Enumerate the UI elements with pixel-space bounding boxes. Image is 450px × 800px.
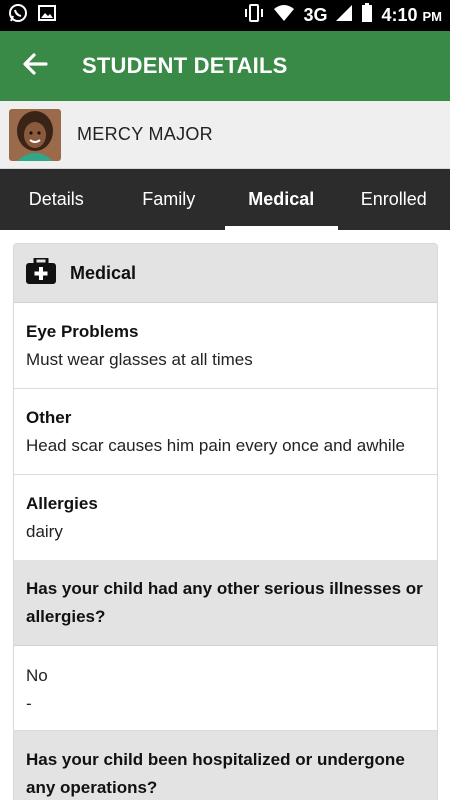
tab-family[interactable]: Family bbox=[113, 169, 226, 230]
medical-kit-icon bbox=[26, 256, 56, 289]
tab-label: Enrolled bbox=[360, 189, 427, 209]
tab-label: Details bbox=[28, 189, 84, 209]
avatar bbox=[9, 108, 61, 161]
tab-enrolled[interactable]: Enrolled bbox=[338, 169, 450, 230]
list-item: Other Head scar causes him pain every on… bbox=[14, 389, 437, 475]
tab-medical[interactable]: Medical bbox=[225, 169, 338, 230]
back-button[interactable] bbox=[0, 31, 70, 101]
student-header: MERCY MAJOR bbox=[0, 101, 450, 169]
medical-card-title: Medical bbox=[70, 262, 137, 283]
list-item: Allergies dairy bbox=[14, 475, 437, 560]
answer-block: No - bbox=[14, 646, 437, 731]
medical-card-header: Medical bbox=[14, 244, 437, 303]
item-value: Must wear glasses at all times bbox=[26, 350, 253, 369]
battery-icon bbox=[361, 3, 373, 28]
whatsapp-icon bbox=[8, 3, 28, 28]
question-text: Has your child been hospitalized or unde… bbox=[26, 750, 405, 797]
answer-value: No bbox=[26, 666, 48, 685]
question-header: Has your child been hospitalized or unde… bbox=[14, 731, 437, 800]
student-name: MERCY MAJOR bbox=[77, 124, 213, 144]
question-text: Has your child had any other serious ill… bbox=[26, 579, 423, 626]
clock-ampm: PM bbox=[422, 9, 443, 24]
network-type: 3G bbox=[303, 5, 328, 25]
item-label: Other bbox=[26, 408, 72, 427]
clock-time: 4:10 bbox=[381, 5, 418, 25]
signal-icon bbox=[335, 4, 353, 27]
list-item: Eye Problems Must wear glasses at all ti… bbox=[14, 303, 437, 389]
item-label: Allergies bbox=[26, 494, 98, 513]
item-value: Head scar causes him pain every once and… bbox=[26, 436, 405, 455]
item-label: Eye Problems bbox=[26, 322, 139, 341]
clock: 4:10 PM bbox=[381, 5, 442, 26]
wifi-icon bbox=[273, 4, 295, 27]
page-title: STUDENT DETAILS bbox=[82, 53, 288, 78]
tab-label: Family bbox=[142, 189, 196, 209]
arrow-back-icon bbox=[22, 52, 48, 81]
tab-label: Medical bbox=[248, 189, 315, 209]
image-icon bbox=[38, 5, 56, 26]
status-bar: 3G 4:10 PM bbox=[0, 0, 450, 31]
question-header: Has your child had any other serious ill… bbox=[14, 560, 437, 646]
answer-detail: - bbox=[26, 694, 32, 713]
tab-bar: Details Family Medical Enrolled bbox=[0, 169, 450, 230]
app-bar: STUDENT DETAILS bbox=[0, 31, 450, 101]
medical-content[interactable]: Medical Eye Problems Must wear glasses a… bbox=[0, 230, 450, 800]
medical-card: Medical Eye Problems Must wear glasses a… bbox=[13, 243, 438, 800]
vibrate-icon bbox=[243, 4, 265, 27]
item-value: dairy bbox=[26, 522, 63, 541]
tab-details[interactable]: Details bbox=[0, 169, 113, 230]
